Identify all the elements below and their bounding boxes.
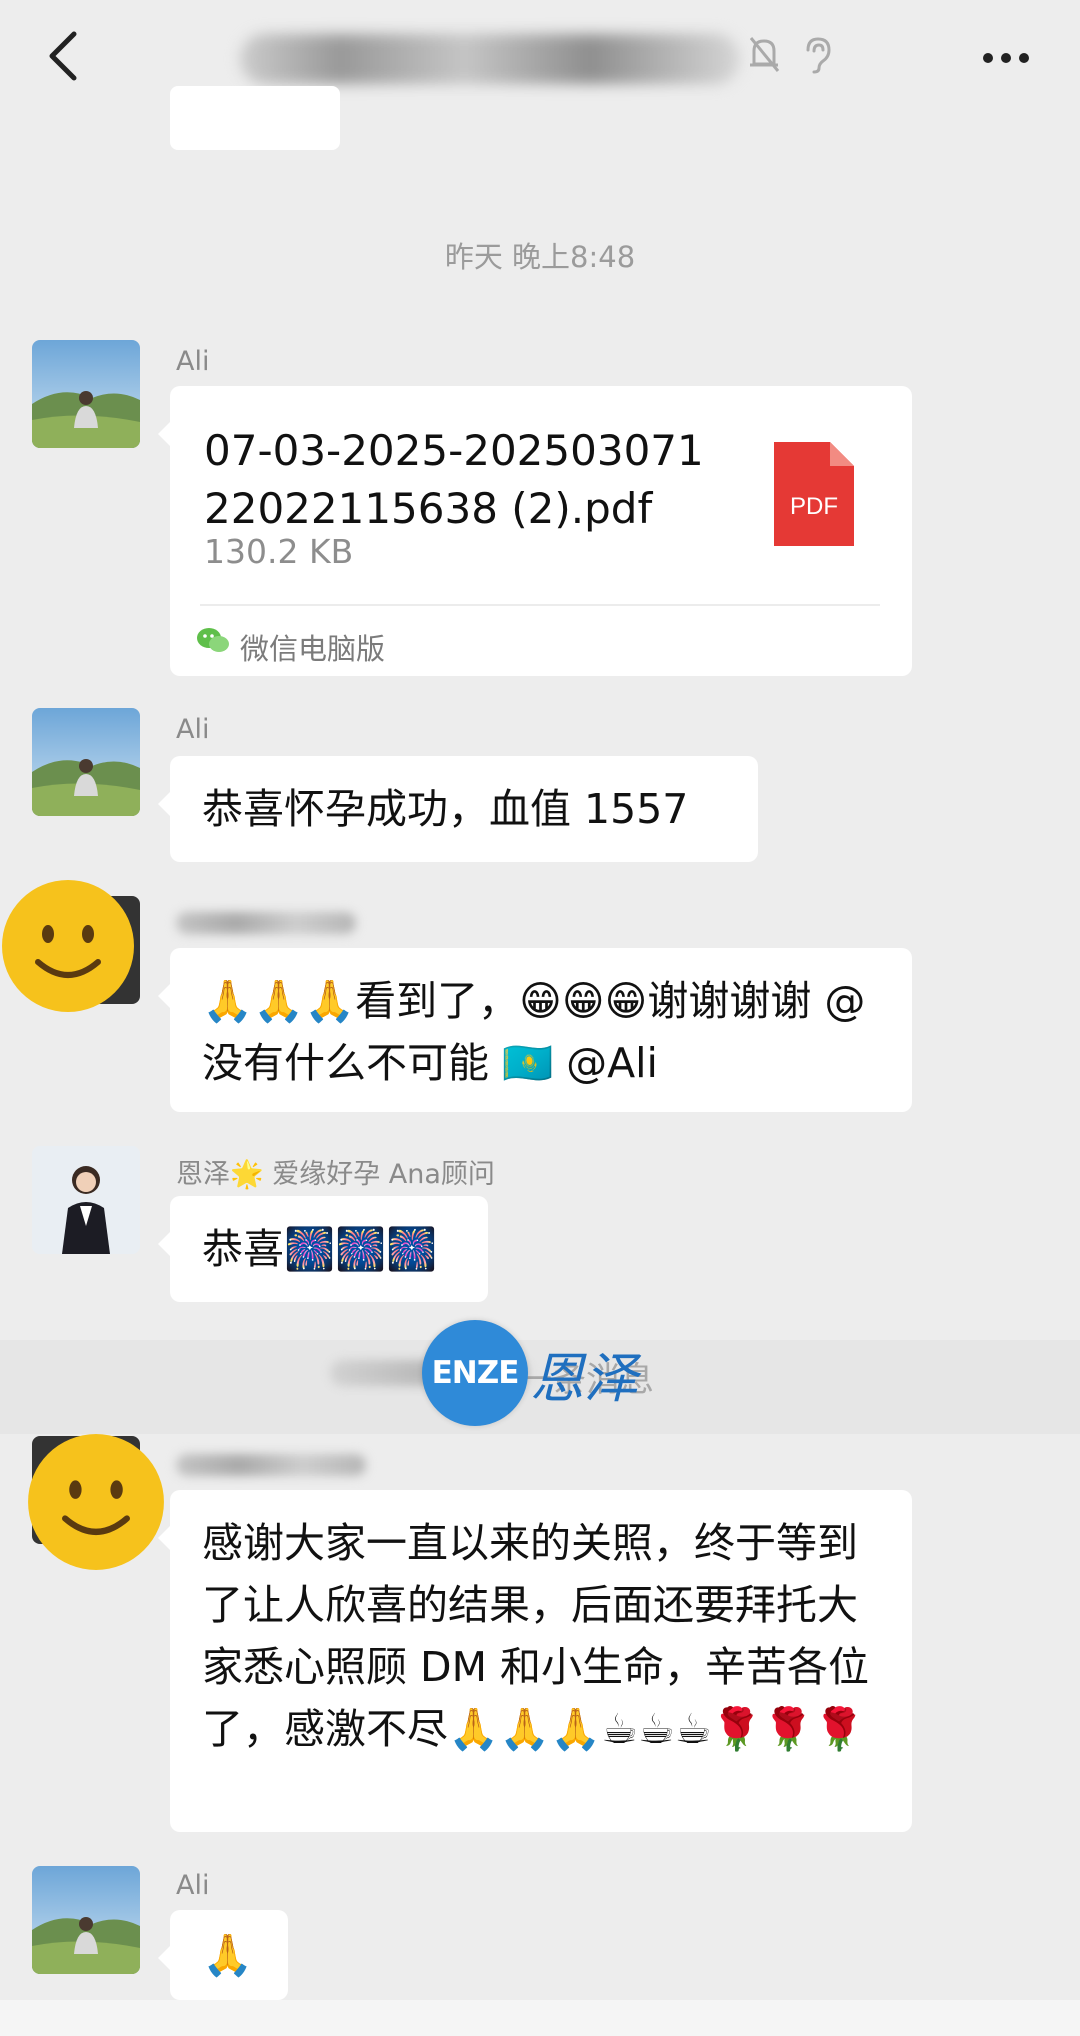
sender-name: 恩泽🌟 爱缘好孕 Ana顾问	[176, 1159, 495, 1190]
text-message[interactable]: 🙏🙏🙏看到了，😁😁😁谢谢谢谢 @没有什么不可能 🇰🇿 @Ali	[158, 948, 912, 1112]
sender-name: Ali	[176, 714, 210, 745]
chat-title	[240, 34, 740, 84]
sender-name-blurred	[176, 1454, 366, 1476]
wechat-icon	[197, 628, 229, 652]
message-text: 🙏🙏🙏看到了，😁😁😁谢谢谢谢 @没有什么不可能 🇰🇿 @Ali	[202, 977, 866, 1087]
avatar-image	[32, 1146, 140, 1254]
avatar-ali[interactable]	[32, 340, 140, 448]
chat-header	[0, 0, 1080, 118]
file-size: 130.2 KB	[204, 532, 354, 571]
file-message[interactable]: 07-03-2025-20250307122022115638 (2).pdf …	[158, 386, 912, 676]
message-text: 🙏	[202, 1931, 254, 1979]
file-source: 微信电脑版	[240, 632, 386, 666]
input-bar-edge	[0, 2000, 1080, 2036]
avatar-image	[32, 1866, 140, 1974]
ellipsis-icon[interactable]	[976, 28, 1036, 88]
avatar-image	[32, 340, 140, 448]
text-message[interactable]: 恭喜🎆🎆🎆	[158, 1196, 488, 1302]
avatar-ali[interactable]	[32, 1866, 140, 1974]
file-name: 07-03-2025-20250307122022115638 (2).pdf	[204, 426, 704, 533]
text-message[interactable]: 感谢大家一直以来的关照，终于等到了让人欣喜的结果，后面还要拜托大家悉心照顾 DM…	[158, 1490, 912, 1832]
smiley-icon	[2, 880, 134, 1012]
avatar-image	[32, 708, 140, 816]
timestamp: 昨天 晚上8:48	[444, 240, 636, 274]
text-message[interactable]: 恭喜怀孕成功，血值 1557	[158, 756, 758, 862]
previous-message-bubble[interactable]	[170, 86, 340, 150]
ear-icon	[806, 37, 831, 74]
sender-name: Ali	[176, 346, 210, 377]
pdf-badge-label: PDF	[790, 493, 838, 520]
avatar-ali[interactable]	[32, 708, 140, 816]
message-text: 恭喜🎆🎆🎆	[202, 1225, 438, 1273]
sender-name-blurred	[176, 912, 356, 934]
message-text: 感谢大家一直以来的关照，终于等到了让人欣喜的结果，后面还要拜托大家悉心照顾 DM…	[202, 1519, 870, 1753]
smiley-icon	[28, 1434, 164, 1570]
enze-watermark-text: 恩泽	[530, 1347, 638, 1410]
enze-logo: ENZE	[422, 1320, 528, 1426]
sender-name: Ali	[176, 1870, 210, 1901]
message-text: 恭喜怀孕成功，血值 1557	[202, 785, 689, 833]
text-message[interactable]: 🙏	[158, 1910, 288, 2000]
chevron-left-icon[interactable]	[36, 26, 96, 86]
avatar-consultant[interactable]	[32, 1146, 140, 1254]
pdf-icon: PDF	[774, 442, 854, 546]
bell-slash-icon	[749, 37, 780, 72]
divider	[200, 604, 880, 606]
